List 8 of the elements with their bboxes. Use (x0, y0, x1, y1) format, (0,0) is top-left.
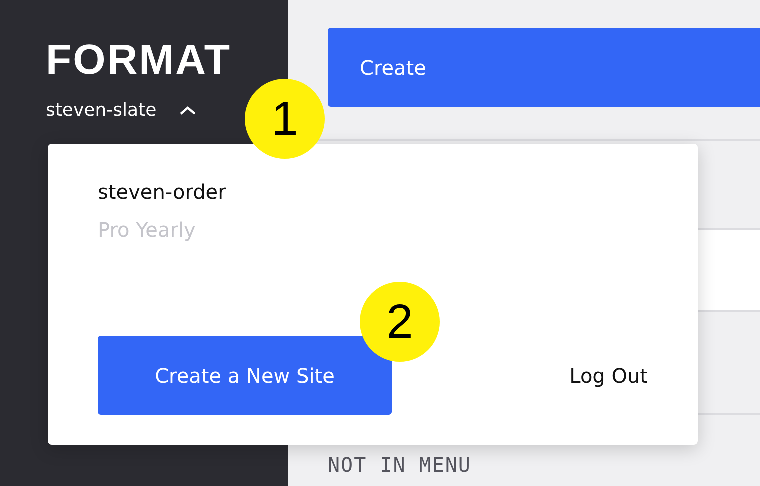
site-name[interactable]: steven-order (98, 180, 648, 204)
section-label: NOT IN MENU (328, 453, 472, 477)
create-button[interactable]: Create (328, 28, 760, 107)
chevron-icon (178, 106, 197, 116)
plan-label: Pro Yearly (98, 218, 197, 242)
logo: FORMAT (46, 42, 233, 78)
log-out-link[interactable]: Log Out (570, 364, 648, 388)
account-switcher[interactable]: steven-slate (46, 100, 197, 121)
